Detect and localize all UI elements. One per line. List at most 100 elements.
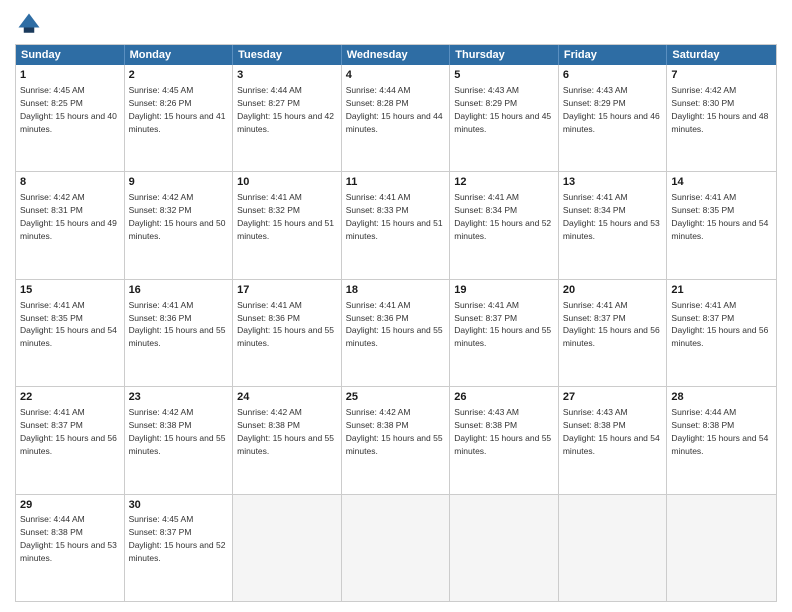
day-number: 11 <box>346 175 446 190</box>
day-info: Sunrise: 4:43 AMSunset: 8:38 PMDaylight:… <box>454 407 551 456</box>
day-cell-21: 21 Sunrise: 4:41 AMSunset: 8:37 PMDayligh… <box>667 280 776 386</box>
day-cell-12: 12 Sunrise: 4:41 AMSunset: 8:34 PMDayligh… <box>450 172 559 278</box>
day-cell-3: 3 Sunrise: 4:44 AMSunset: 8:27 PMDaylight… <box>233 65 342 171</box>
day-info: Sunrise: 4:41 AMSunset: 8:36 PMDaylight:… <box>129 300 226 349</box>
day-info: Sunrise: 4:45 AMSunset: 8:26 PMDaylight:… <box>129 85 226 134</box>
header-day-saturday: Saturday <box>667 45 776 65</box>
day-info: Sunrise: 4:41 AMSunset: 8:34 PMDaylight:… <box>563 192 660 241</box>
day-number: 27 <box>563 390 663 405</box>
day-number: 2 <box>129 68 229 83</box>
header-day-wednesday: Wednesday <box>342 45 451 65</box>
day-cell-26: 26Sunrise: 4:43 AMSunset: 8:38 PMDayligh… <box>450 387 559 493</box>
day-number: 17 <box>237 283 337 298</box>
day-number: 12 <box>454 175 554 190</box>
day-info: Sunrise: 4:45 AMSunset: 8:25 PMDaylight:… <box>20 85 117 134</box>
day-number: 10 <box>237 175 337 190</box>
day-number: 3 <box>237 68 337 83</box>
day-cell-25: 25Sunrise: 4:42 AMSunset: 8:38 PMDayligh… <box>342 387 451 493</box>
day-number: 9 <box>129 175 229 190</box>
day-number: 1 <box>20 68 120 83</box>
day-info: Sunrise: 4:41 AMSunset: 8:36 PMDaylight:… <box>346 300 443 349</box>
day-info: Sunrise: 4:41 AMSunset: 8:32 PMDaylight:… <box>237 192 334 241</box>
day-info: Sunrise: 4:41 AMSunset: 8:36 PMDaylight:… <box>237 300 334 349</box>
day-cell-5: 5 Sunrise: 4:43 AMSunset: 8:29 PMDaylight… <box>450 65 559 171</box>
day-cell-empty-4-6 <box>667 495 776 601</box>
header-day-friday: Friday <box>559 45 668 65</box>
day-number: 13 <box>563 175 663 190</box>
day-cell-20: 20 Sunrise: 4:41 AMSunset: 8:37 PMDayligh… <box>559 280 668 386</box>
day-number: 24 <box>237 390 337 405</box>
day-cell-30: 30Sunrise: 4:45 AMSunset: 8:37 PMDayligh… <box>125 495 234 601</box>
day-cell-10: 10 Sunrise: 4:41 AMSunset: 8:32 PMDayligh… <box>233 172 342 278</box>
day-info: Sunrise: 4:41 AMSunset: 8:34 PMDaylight:… <box>454 192 551 241</box>
day-info: Sunrise: 4:42 AMSunset: 8:30 PMDaylight:… <box>671 85 768 134</box>
header <box>15 10 777 38</box>
day-cell-13: 13 Sunrise: 4:41 AMSunset: 8:34 PMDayligh… <box>559 172 668 278</box>
day-info: Sunrise: 4:43 AMSunset: 8:29 PMDaylight:… <box>454 85 551 134</box>
day-info: Sunrise: 4:42 AMSunset: 8:38 PMDaylight:… <box>129 407 226 456</box>
day-cell-24: 24 Sunrise: 4:42 AMSunset: 8:38 PMDayligh… <box>233 387 342 493</box>
day-cell-18: 18 Sunrise: 4:41 AMSunset: 8:36 PMDayligh… <box>342 280 451 386</box>
day-info: Sunrise: 4:42 AMSunset: 8:32 PMDaylight:… <box>129 192 226 241</box>
day-info: Sunrise: 4:44 AMSunset: 8:38 PMDaylight:… <box>20 514 117 563</box>
day-cell-7: 7Sunrise: 4:42 AMSunset: 8:30 PMDaylight… <box>667 65 776 171</box>
day-cell-22: 22 Sunrise: 4:41 AMSunset: 8:37 PMDayligh… <box>16 387 125 493</box>
day-number: 6 <box>563 68 663 83</box>
day-info: Sunrise: 4:45 AMSunset: 8:37 PMDaylight:… <box>129 514 226 563</box>
day-info: Sunrise: 4:41 AMSunset: 8:35 PMDaylight:… <box>20 300 117 349</box>
day-number: 5 <box>454 68 554 83</box>
day-cell-empty-4-5 <box>559 495 668 601</box>
calendar-row-2: 8Sunrise: 4:42 AMSunset: 8:31 PMDaylight… <box>16 171 776 278</box>
day-number: 19 <box>454 283 554 298</box>
logo <box>15 10 47 38</box>
day-cell-19: 19Sunrise: 4:41 AMSunset: 8:37 PMDayligh… <box>450 280 559 386</box>
day-cell-4: 4Sunrise: 4:44 AMSunset: 8:28 PMDaylight… <box>342 65 451 171</box>
day-cell-27: 27 Sunrise: 4:43 AMSunset: 8:38 PMDayligh… <box>559 387 668 493</box>
day-number: 14 <box>671 175 772 190</box>
day-cell-29: 29Sunrise: 4:44 AMSunset: 8:38 PMDayligh… <box>16 495 125 601</box>
page: SundayMondayTuesdayWednesdayThursdayFrid… <box>0 0 792 612</box>
header-day-thursday: Thursday <box>450 45 559 65</box>
day-info: Sunrise: 4:41 AMSunset: 8:37 PMDaylight:… <box>20 407 117 456</box>
calendar-row-3: 15 Sunrise: 4:41 AMSunset: 8:35 PMDayligh… <box>16 279 776 386</box>
header-day-tuesday: Tuesday <box>233 45 342 65</box>
day-cell-28: 28 Sunrise: 4:44 AMSunset: 8:38 PMDayligh… <box>667 387 776 493</box>
day-cell-empty-4-3 <box>342 495 451 601</box>
day-info: Sunrise: 4:41 AMSunset: 8:37 PMDaylight:… <box>671 300 768 349</box>
day-cell-15: 15 Sunrise: 4:41 AMSunset: 8:35 PMDayligh… <box>16 280 125 386</box>
day-number: 16 <box>129 283 229 298</box>
day-number: 29 <box>20 498 120 513</box>
day-number: 22 <box>20 390 120 405</box>
day-info: Sunrise: 4:41 AMSunset: 8:37 PMDaylight:… <box>563 300 660 349</box>
day-cell-empty-4-2 <box>233 495 342 601</box>
day-info: Sunrise: 4:41 AMSunset: 8:33 PMDaylight:… <box>346 192 443 241</box>
generalblue-icon <box>15 10 43 38</box>
day-cell-8: 8Sunrise: 4:42 AMSunset: 8:31 PMDaylight… <box>16 172 125 278</box>
day-number: 8 <box>20 175 120 190</box>
day-cell-2: 2 Sunrise: 4:45 AMSunset: 8:26 PMDaylight… <box>125 65 234 171</box>
day-info: Sunrise: 4:43 AMSunset: 8:29 PMDaylight:… <box>563 85 660 134</box>
day-number: 23 <box>129 390 229 405</box>
day-number: 20 <box>563 283 663 298</box>
day-info: Sunrise: 4:44 AMSunset: 8:28 PMDaylight:… <box>346 85 443 134</box>
day-number: 18 <box>346 283 446 298</box>
header-day-sunday: Sunday <box>16 45 125 65</box>
day-info: Sunrise: 4:44 AMSunset: 8:27 PMDaylight:… <box>237 85 334 134</box>
day-info: Sunrise: 4:41 AMSunset: 8:35 PMDaylight:… <box>671 192 768 241</box>
day-number: 28 <box>671 390 772 405</box>
day-cell-1: 1 Sunrise: 4:45 AMSunset: 8:25 PMDaylight… <box>16 65 125 171</box>
day-info: Sunrise: 4:43 AMSunset: 8:38 PMDaylight:… <box>563 407 660 456</box>
calendar: SundayMondayTuesdayWednesdayThursdayFrid… <box>15 44 777 602</box>
calendar-row-5: 29Sunrise: 4:44 AMSunset: 8:38 PMDayligh… <box>16 494 776 601</box>
calendar-row-4: 22 Sunrise: 4:41 AMSunset: 8:37 PMDayligh… <box>16 386 776 493</box>
calendar-header: SundayMondayTuesdayWednesdayThursdayFrid… <box>16 45 776 65</box>
day-cell-14: 14 Sunrise: 4:41 AMSunset: 8:35 PMDayligh… <box>667 172 776 278</box>
day-info: Sunrise: 4:44 AMSunset: 8:38 PMDaylight:… <box>671 407 768 456</box>
day-number: 15 <box>20 283 120 298</box>
day-cell-17: 17 Sunrise: 4:41 AMSunset: 8:36 PMDayligh… <box>233 280 342 386</box>
day-number: 30 <box>129 498 229 513</box>
day-info: Sunrise: 4:42 AMSunset: 8:38 PMDaylight:… <box>237 407 334 456</box>
day-number: 25 <box>346 390 446 405</box>
day-cell-11: 11 Sunrise: 4:41 AMSunset: 8:33 PMDayligh… <box>342 172 451 278</box>
day-number: 21 <box>671 283 772 298</box>
